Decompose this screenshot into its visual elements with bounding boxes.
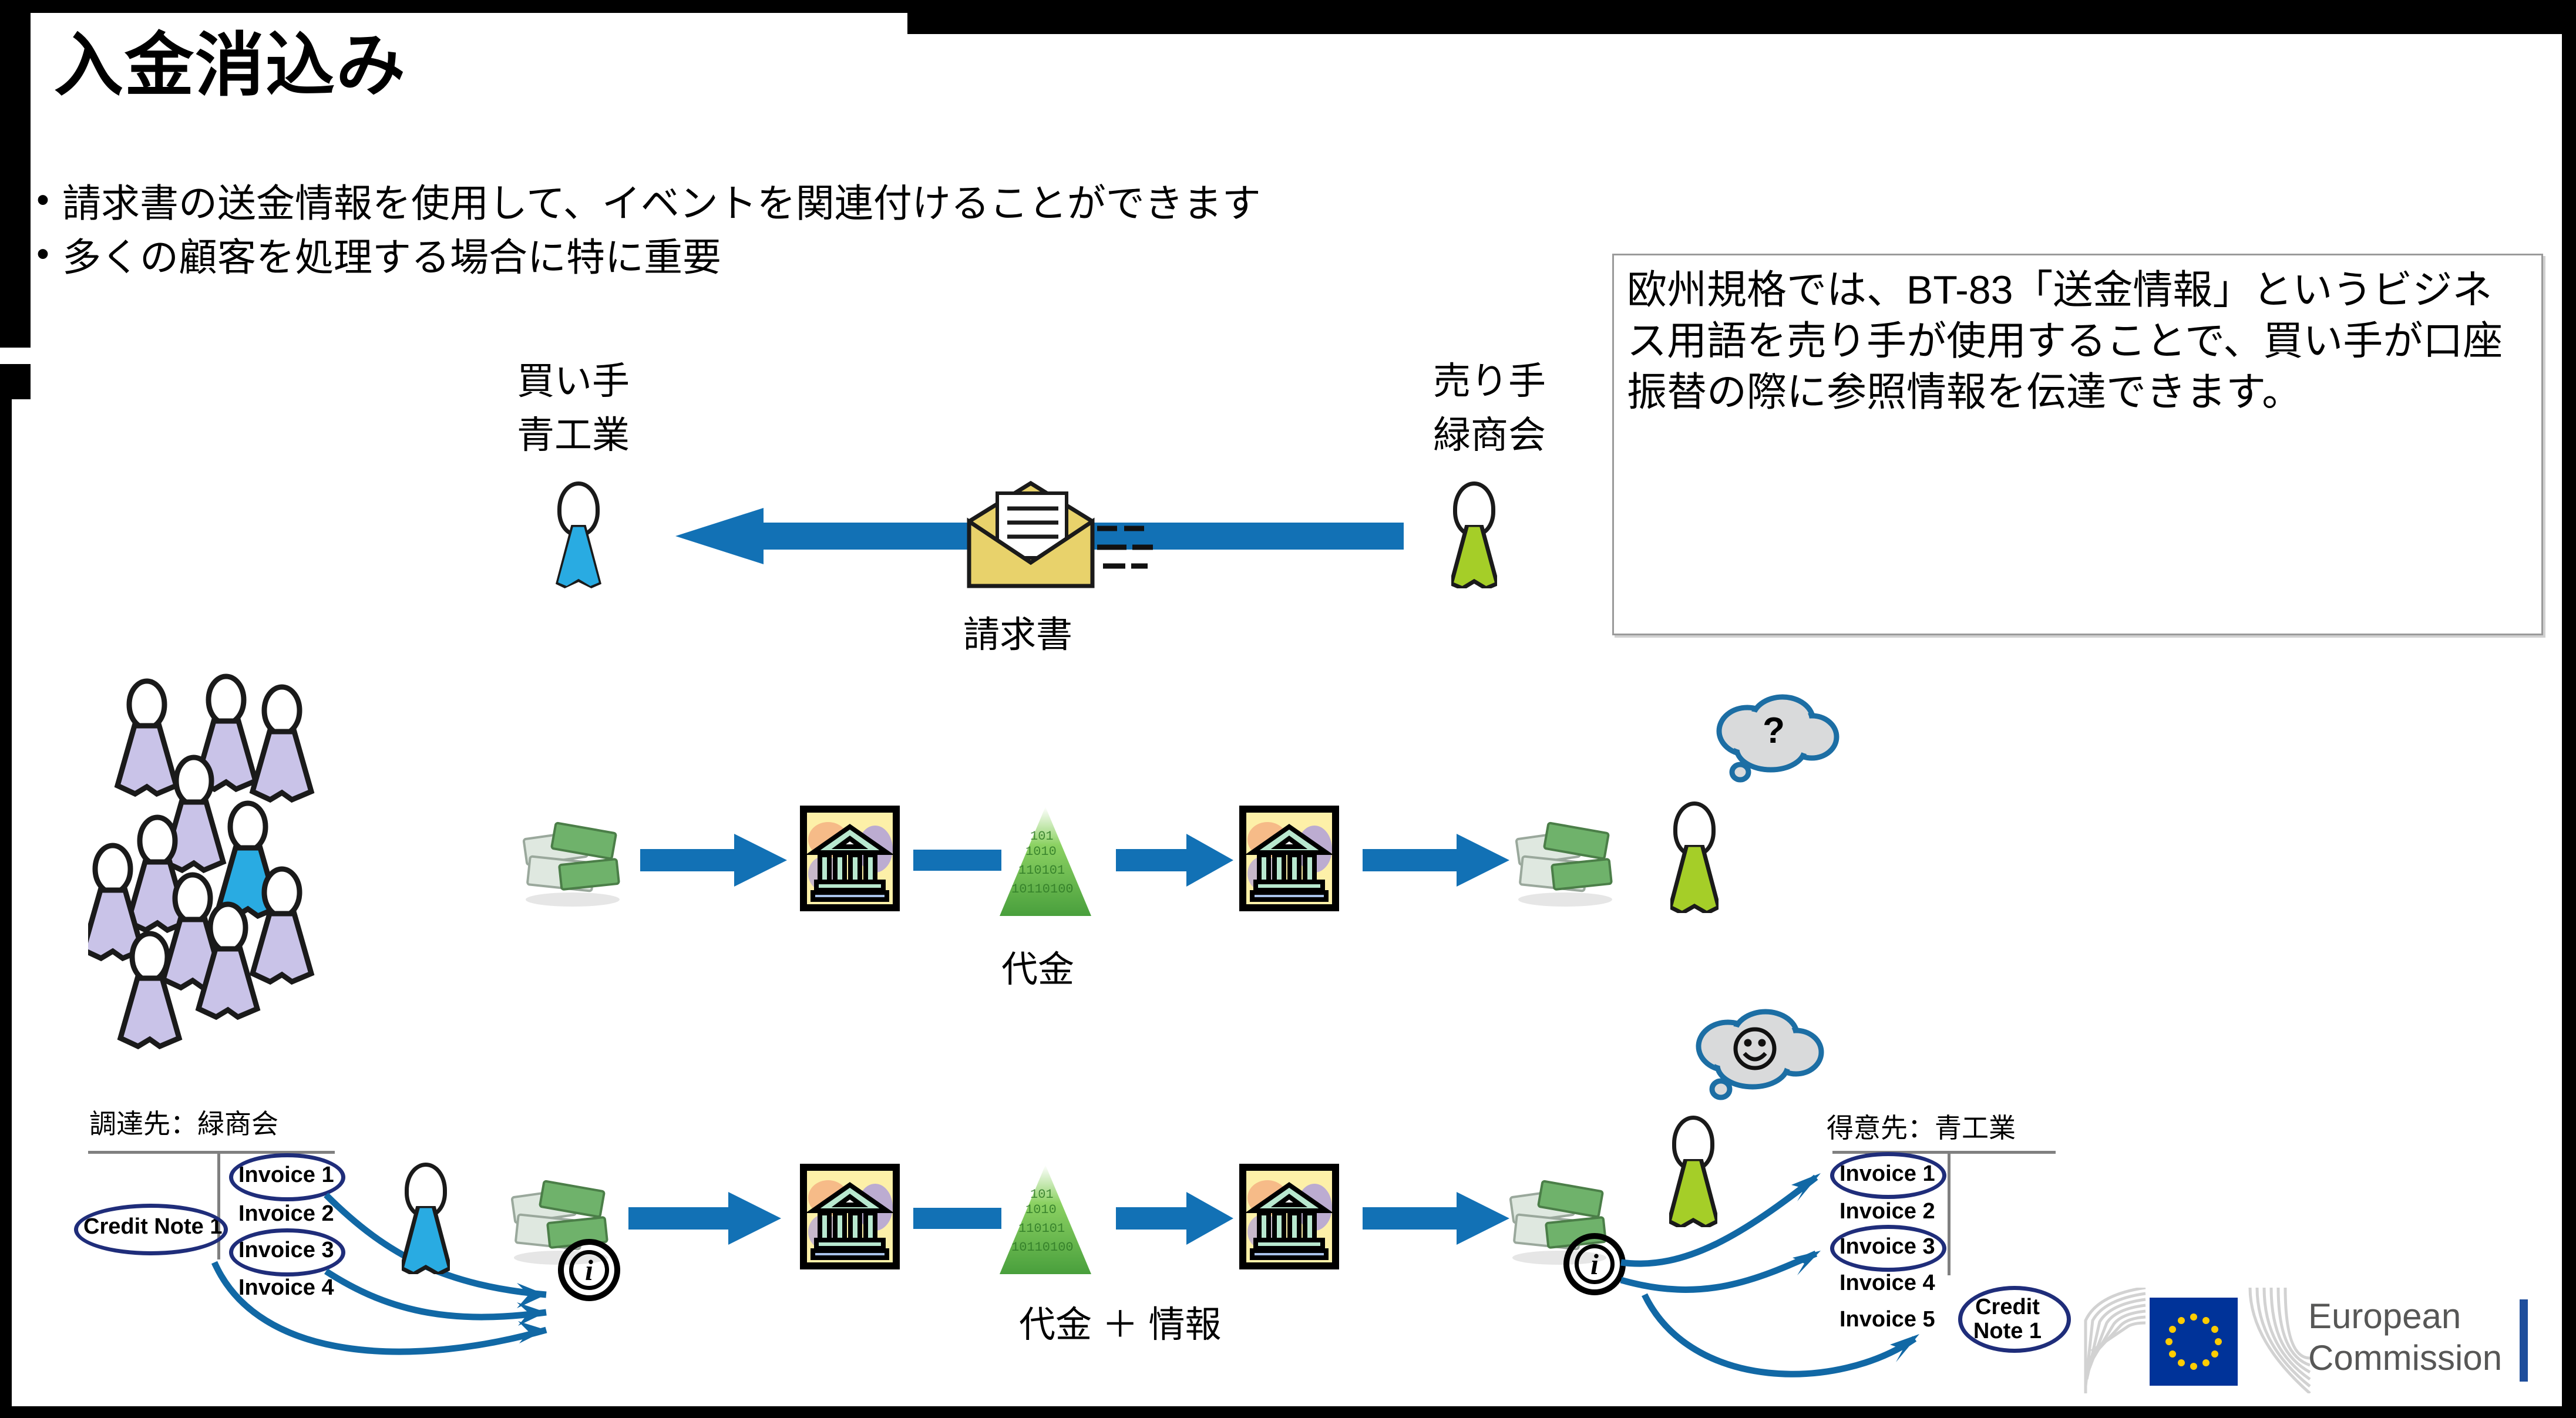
bullet-dot-icon: • — [36, 180, 49, 220]
arrow-right-icon — [1363, 834, 1509, 887]
page-title: 入金消込み — [54, 27, 407, 105]
payment-info-flow-label: 代金 ＋ 情報 — [1019, 1305, 1222, 1345]
seller-figure — [1442, 481, 1506, 588]
bank-icon — [800, 806, 900, 911]
buyer-role-label: 買い手 — [517, 360, 630, 402]
list-item: • 請求書の送金情報を使用して、イベントを関連付けることができます — [23, 180, 1668, 225]
svg-text:10110100: 10110100 — [1011, 882, 1074, 897]
slide-frame-top-right — [907, 0, 2576, 34]
seller-role-label: 売り手 — [1433, 360, 1546, 402]
slide-frame-bottom — [0, 1406, 2576, 1418]
svg-text:101: 101 — [1030, 1187, 1054, 1202]
svg-text:1010: 1010 — [1025, 1203, 1057, 1217]
svg-text:10110100: 10110100 — [1011, 1240, 1074, 1255]
arrow-right-icon — [628, 1192, 781, 1245]
callout-text: 欧州規格では、BT-83「送金情報」というビジネス用語を売り手が使用することで、… — [1627, 268, 2503, 415]
slide-frame-left-lower — [0, 388, 12, 1418]
thought-bubble-smiley-icon — [1686, 1004, 1827, 1107]
bullet-dot-icon: • — [36, 233, 49, 274]
callout-textbox: 欧州規格では、BT-83「送金情報」というビジネス用語を売り手が使用することで、… — [1612, 254, 2543, 635]
svg-text:1010: 1010 — [1025, 844, 1057, 859]
slide-canvas: 入金消込み • 請求書の送金情報を使用して、イベントを関連付けることができます … — [0, 0, 2576, 1418]
seller-figure — [1662, 801, 1727, 913]
arrow-right-icon — [1116, 834, 1233, 887]
svg-text:101: 101 — [1030, 829, 1054, 844]
supplier-ledger-caption: 調達先：緑商会 — [89, 1109, 278, 1139]
binary-data-icon: 1010 110101 10110100 101 — [987, 804, 1104, 922]
invoice-flow-label: 請求書 — [963, 615, 1073, 655]
money-icon — [1509, 810, 1621, 910]
eu-commission-logo: European Commission — [2082, 1283, 2546, 1400]
customer-ledger-caption: 得意先：青工業 — [1827, 1113, 2016, 1143]
customer-crowd-group — [88, 669, 487, 1063]
arrow-right-icon — [640, 834, 787, 887]
eu-wave-right-icon — [2248, 1288, 2312, 1393]
motion-lines-icon — [1097, 523, 1162, 581]
arrow-right-icon — [1116, 1192, 1233, 1245]
svg-text:110101: 110101 — [1018, 1221, 1065, 1236]
eu-logo-text: European Commission — [2308, 1296, 2502, 1379]
person-body-icon — [402, 1206, 450, 1274]
person-body-icon — [556, 525, 601, 588]
list-item: • 多くの顧客を処理する場合に特に重要 — [23, 233, 1668, 279]
seller-name-label: 緑商会 — [1433, 414, 1546, 456]
bank-icon — [1239, 806, 1339, 911]
eu-logo-bar — [2520, 1299, 2528, 1382]
bank-icon — [1239, 1164, 1339, 1269]
slide-frame-left-upper — [0, 0, 31, 348]
eu-logo-line2: Commission — [2308, 1338, 2503, 1377]
arrow-right-icon — [1363, 1192, 1509, 1245]
eu-logo-line1: European — [2308, 1296, 2461, 1336]
buyer-name-label: 青工業 — [517, 414, 630, 456]
connector-curves-right — [1586, 1145, 1997, 1415]
eu-wave-left-icon — [2082, 1288, 2148, 1393]
buyer-figure — [546, 481, 611, 588]
bullet-text: 請求書の送金情報を使用して、イベントを関連付けることができます — [62, 181, 1261, 225]
payment-flow-label: 代金 — [1001, 949, 1075, 990]
person-body-icon — [1451, 525, 1497, 588]
money-icon — [517, 810, 628, 910]
svg-text:?: ? — [1763, 710, 1785, 751]
bank-icon — [800, 1164, 900, 1269]
bullet-list: • 請求書の送金情報を使用して、イベントを関連付けることができます • 多くの顧… — [23, 180, 1668, 290]
bullet-text: 多くの顧客を処理する場合に特に重要 — [62, 235, 721, 279]
svg-text:110101: 110101 — [1018, 863, 1065, 878]
thought-bubble-question-icon: ? — [1706, 690, 1841, 790]
binary-data-icon: 1010 110101 10110100 101 — [987, 1163, 1104, 1280]
info-circle-icon: i — [558, 1239, 620, 1301]
slide-frame-right — [2562, 0, 2576, 1418]
envelope-icon — [957, 480, 1104, 592]
buyer-figure — [394, 1163, 458, 1274]
eu-flag-icon — [2150, 1298, 2238, 1386]
person-body-icon — [1670, 845, 1719, 913]
